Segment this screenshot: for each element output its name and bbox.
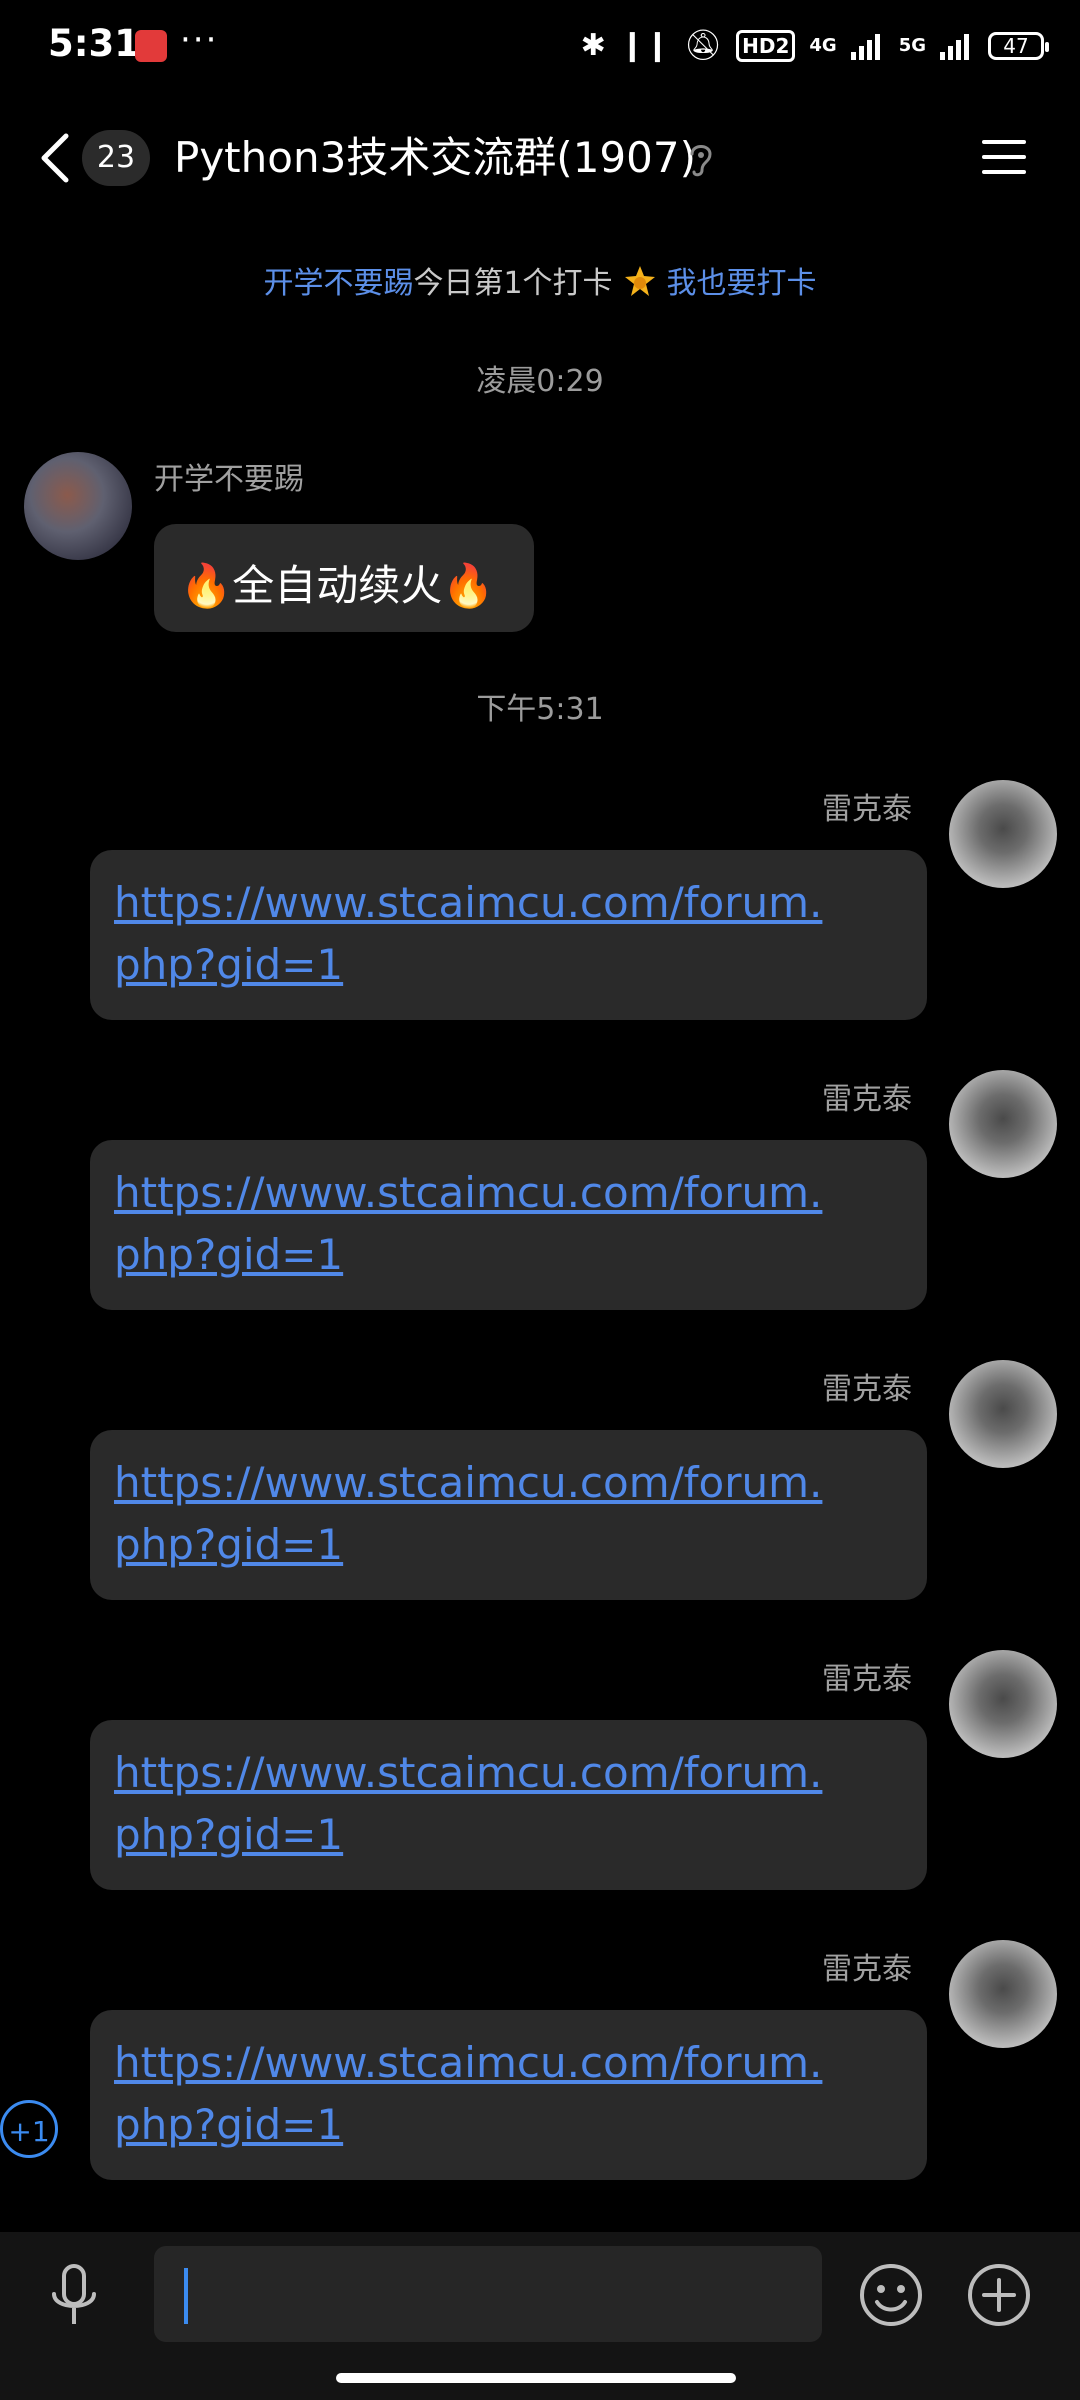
- text-cursor: [184, 2268, 188, 2324]
- microphone-icon[interactable]: [44, 2262, 104, 2332]
- earbuds-icon: ❙❙: [619, 28, 671, 63]
- status-icons: ✱ ❙❙ 🔕︎ HD2 4G 5G 47: [580, 26, 1049, 66]
- sender-name[interactable]: 雷克泰: [822, 784, 912, 828]
- checkin-text: 今日第1个打卡: [413, 266, 613, 301]
- avatar[interactable]: [24, 452, 132, 560]
- avatar[interactable]: [949, 1650, 1057, 1758]
- checkin-notice: 开学不要踢今日第1个打卡 我也要打卡: [0, 260, 1080, 308]
- message-bubble[interactable]: https://www.stcaimcu.com/forum.php?gid=1: [90, 1430, 927, 1600]
- checkin-badge-icon: [624, 265, 655, 296]
- avatar[interactable]: [949, 1940, 1057, 2048]
- message-bubble[interactable]: 🔥全自动续火🔥: [154, 524, 534, 632]
- add-attachment-icon[interactable]: [966, 2262, 1032, 2328]
- time-stamp: 下午5:31: [476, 692, 604, 727]
- mute-icon: 🔕︎: [684, 28, 723, 63]
- chat-title[interactable]: Python3技术交流群(1907): [174, 128, 696, 188]
- unread-count-badge[interactable]: 23: [82, 130, 150, 186]
- message-link[interactable]: https://www.stcaimcu.com/forum.php?gid=1: [114, 1452, 844, 1576]
- sender-name[interactable]: 雷克泰: [822, 1364, 912, 1408]
- emoji-icon[interactable]: [858, 2262, 924, 2328]
- bluetooth-icon: ✱: [580, 28, 606, 63]
- sender-name[interactable]: 开学不要踢: [154, 454, 304, 498]
- hd-badge: HD2: [736, 30, 796, 62]
- sender-name[interactable]: 雷克泰: [822, 1944, 912, 1988]
- message-link[interactable]: https://www.stcaimcu.com/forum.php?gid=1: [114, 1162, 844, 1286]
- checkin-action-link[interactable]: 我也要打卡: [667, 266, 817, 301]
- app-notification-icon: [135, 30, 167, 62]
- message-bubble[interactable]: https://www.stcaimcu.com/forum.php?gid=1: [90, 1140, 927, 1310]
- sender-name[interactable]: 雷克泰: [822, 1074, 912, 1118]
- message-link[interactable]: https://www.stcaimcu.com/forum.php?gid=1: [114, 1742, 844, 1866]
- message-input[interactable]: [154, 2246, 822, 2342]
- checkin-user-link[interactable]: 开学不要踢: [263, 266, 413, 301]
- avatar[interactable]: [949, 1360, 1057, 1468]
- time-stamp: 凌晨0:29: [476, 364, 604, 399]
- signal-icon-2: [940, 34, 969, 60]
- avatar[interactable]: [949, 780, 1057, 888]
- message-bubble[interactable]: https://www.stcaimcu.com/forum.php?gid=1: [90, 2010, 927, 2180]
- earpiece-mode-icon[interactable]: [686, 140, 716, 178]
- more-notifications-icon: ···: [180, 20, 219, 60]
- network-4g-label: 4G: [809, 35, 837, 56]
- back-arrow-icon[interactable]: [36, 128, 76, 188]
- message-link[interactable]: https://www.stcaimcu.com/forum.php?gid=1: [114, 872, 844, 996]
- menu-icon[interactable]: [980, 137, 1028, 177]
- status-bar: 5:31 ··· ✱ ❙❙ 🔕︎ HD2 4G 5G 47: [0, 0, 1080, 90]
- avatar[interactable]: [949, 1070, 1057, 1178]
- signal-icon: [850, 34, 880, 60]
- battery-icon: 47: [988, 32, 1049, 60]
- message-bubble[interactable]: https://www.stcaimcu.com/forum.php?gid=1: [90, 1720, 927, 1890]
- message-link[interactable]: https://www.stcaimcu.com/forum.php?gid=1: [114, 2032, 844, 2156]
- plus-one-button[interactable]: +1: [0, 2100, 58, 2158]
- status-time: 5:31: [48, 22, 141, 65]
- sender-name[interactable]: 雷克泰: [822, 1654, 912, 1698]
- network-5g-label: 5G: [898, 35, 926, 56]
- home-indicator[interactable]: [336, 2373, 736, 2383]
- message-bubble[interactable]: https://www.stcaimcu.com/forum.php?gid=1: [90, 850, 927, 1020]
- message-text: 🔥全自动续火🔥: [180, 561, 495, 610]
